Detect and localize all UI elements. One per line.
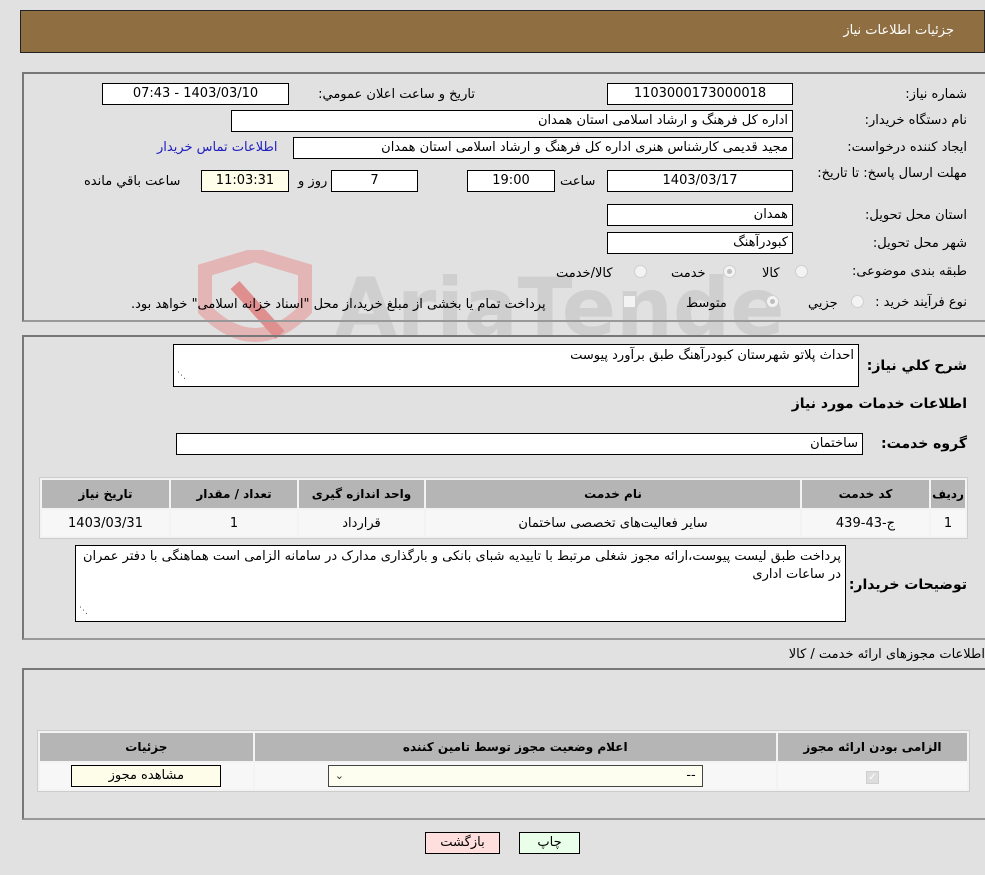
category-radio-goods[interactable] bbox=[795, 265, 808, 278]
category-option-goods: کالا bbox=[762, 266, 780, 281]
page-header: جزئیات اطلاعات نیاز bbox=[20, 10, 985, 53]
back-button[interactable]: بازگشت bbox=[425, 832, 500, 854]
city-field: کبودرآهنگ bbox=[607, 232, 793, 254]
deadline-time-field: 19:00 bbox=[467, 170, 555, 192]
buyer-contact-link[interactable]: اطلاعات تماس خریدار bbox=[157, 140, 277, 155]
col-unit: واحد اندازه گیری bbox=[299, 480, 424, 508]
cell-service-code: ج-43-439 bbox=[802, 510, 929, 536]
deadline-label: مهلت ارسال پاسخ: تا تاریخ: bbox=[817, 166, 967, 181]
col-license-required: الزامی بودن ارائه مجوز bbox=[777, 733, 967, 761]
col-license-details: جزئیات bbox=[40, 733, 253, 761]
purchase-type-label: نوع فرآیند خرید : bbox=[875, 295, 967, 310]
license-status-value: -- bbox=[686, 768, 696, 783]
days-label: روز و bbox=[298, 174, 328, 189]
buyer-notes-textarea[interactable]: پرداخت طبق لیست پیوست،ارائه مجوز شغلی مر… bbox=[75, 545, 846, 622]
need-number-label: شماره نیاز: bbox=[905, 87, 967, 102]
category-option-service: خدمت bbox=[671, 266, 706, 281]
summary-label: شرح کلي نياز: bbox=[866, 358, 967, 374]
city-label: شهر محل تحویل: bbox=[872, 236, 967, 251]
province-label: استان محل تحویل: bbox=[865, 208, 967, 223]
cell-service-name: سایر فعالیت‌های تخصصی ساختمان bbox=[426, 510, 800, 536]
requester-label: ایجاد کننده درخواست: bbox=[847, 140, 967, 155]
cell-license-status: -- ⌄ bbox=[254, 763, 776, 789]
license-required-checkbox[interactable]: ✓ bbox=[865, 770, 879, 784]
purchase-radio-minor[interactable] bbox=[851, 295, 864, 308]
table-row: ✓ -- ⌄ مشاهده مجوز bbox=[40, 763, 967, 789]
col-service-name: نام خدمت bbox=[426, 480, 800, 508]
table-row: 1 ج-43-439 سایر فعالیت‌های تخصصی ساختمان… bbox=[42, 510, 965, 536]
buyer-org-field: اداره کل فرهنگ و ارشاد اسلامی استان همدا… bbox=[231, 110, 793, 132]
buyer-notes-text: پرداخت طبق لیست پیوست،ارائه مجوز شغلی مر… bbox=[82, 549, 841, 582]
purchase-radio-medium[interactable] bbox=[766, 295, 779, 308]
chevron-down-icon: ⌄ bbox=[334, 769, 344, 782]
cell-need-date: 1403/03/31 bbox=[42, 510, 169, 536]
col-license-status: اعلام وضعیت مجوز توسط تامین کننده bbox=[254, 733, 776, 761]
print-button[interactable]: چاپ bbox=[519, 832, 580, 854]
deadline-time-label: ساعت bbox=[560, 174, 596, 189]
service-group-label: گروه خدمت: bbox=[881, 436, 967, 452]
deadline-date-field: 1403/03/17 bbox=[607, 170, 793, 192]
license-status-select[interactable]: -- ⌄ bbox=[327, 765, 703, 787]
announce-datetime-label: تاريخ و ساعت اعلان عمومي: bbox=[318, 87, 475, 102]
days-remaining-field: 7 bbox=[331, 170, 418, 192]
col-need-date: تاریخ نیاز bbox=[42, 480, 169, 508]
col-service-code: کد خدمت bbox=[802, 480, 929, 508]
time-remaining-field: 11:03:31 bbox=[201, 170, 289, 192]
services-table-header: ردیف کد خدمت نام خدمت واحد اندازه گیری ت… bbox=[42, 480, 965, 508]
summary-text: احداث پلاتو شهرستان کبودرآهنگ طبق برآورد… bbox=[570, 348, 854, 363]
page-title: جزئیات اطلاعات نیاز bbox=[843, 23, 954, 38]
cell-unit: قرارداد bbox=[299, 510, 424, 536]
cell-row-number: 1 bbox=[931, 510, 965, 536]
view-license-button[interactable]: مشاهده مجوز bbox=[71, 765, 222, 787]
license-table: الزامی بودن ارائه مجوز اعلام وضعیت مجوز … bbox=[37, 730, 970, 792]
requester-field: مجید قدیمی کارشناس هنری اداره کل فرهنگ و… bbox=[293, 137, 793, 159]
summary-textarea[interactable]: احداث پلاتو شهرستان کبودرآهنگ طبق برآورد… bbox=[173, 344, 859, 387]
services-section-title: اطلاعات خدمات مورد نیاز bbox=[791, 396, 967, 412]
announce-datetime-field: 1403/03/10 - 07:43 bbox=[102, 83, 289, 105]
category-radio-goods-service[interactable] bbox=[634, 265, 647, 278]
category-option-goods-service: کالا/خدمت bbox=[556, 266, 613, 281]
category-radio-service[interactable] bbox=[723, 265, 736, 278]
province-field: همدان bbox=[607, 204, 793, 226]
buyer-org-label: نام دستگاه خریدار: bbox=[864, 113, 967, 128]
buyer-notes-label: توضیحات خریدار: bbox=[848, 577, 967, 593]
resize-grip-icon[interactable]: ⋰ bbox=[177, 367, 186, 385]
cell-license-required: ✓ bbox=[777, 763, 967, 789]
need-number-field: 1103000173000018 bbox=[607, 83, 793, 105]
cell-quantity: 1 bbox=[171, 510, 297, 536]
service-group-field: ساختمان bbox=[176, 433, 863, 455]
license-table-header: الزامی بودن ارائه مجوز اعلام وضعیت مجوز … bbox=[40, 733, 967, 761]
col-quantity: تعداد / مقدار bbox=[171, 480, 297, 508]
time-remaining-label: ساعت باقي مانده bbox=[84, 174, 181, 189]
category-label: طبقه بندی موضوعی: bbox=[851, 264, 967, 279]
cell-license-details: مشاهده مجوز bbox=[40, 763, 253, 789]
treasury-note: پرداخت تمام یا بخشی از مبلغ خرید،از محل … bbox=[131, 297, 546, 312]
license-section-title: اطلاعات مجوزهای ارائه خدمت / کالا bbox=[788, 647, 985, 662]
purchase-option-medium: متوسط bbox=[686, 296, 727, 311]
col-row-number: ردیف bbox=[931, 480, 965, 508]
purchase-option-minor: جزيي bbox=[808, 296, 838, 311]
services-table: ردیف کد خدمت نام خدمت واحد اندازه گیری ت… bbox=[39, 477, 968, 539]
resize-grip-icon[interactable]: ⋰ bbox=[79, 602, 88, 620]
treasury-checkbox[interactable] bbox=[623, 295, 636, 308]
